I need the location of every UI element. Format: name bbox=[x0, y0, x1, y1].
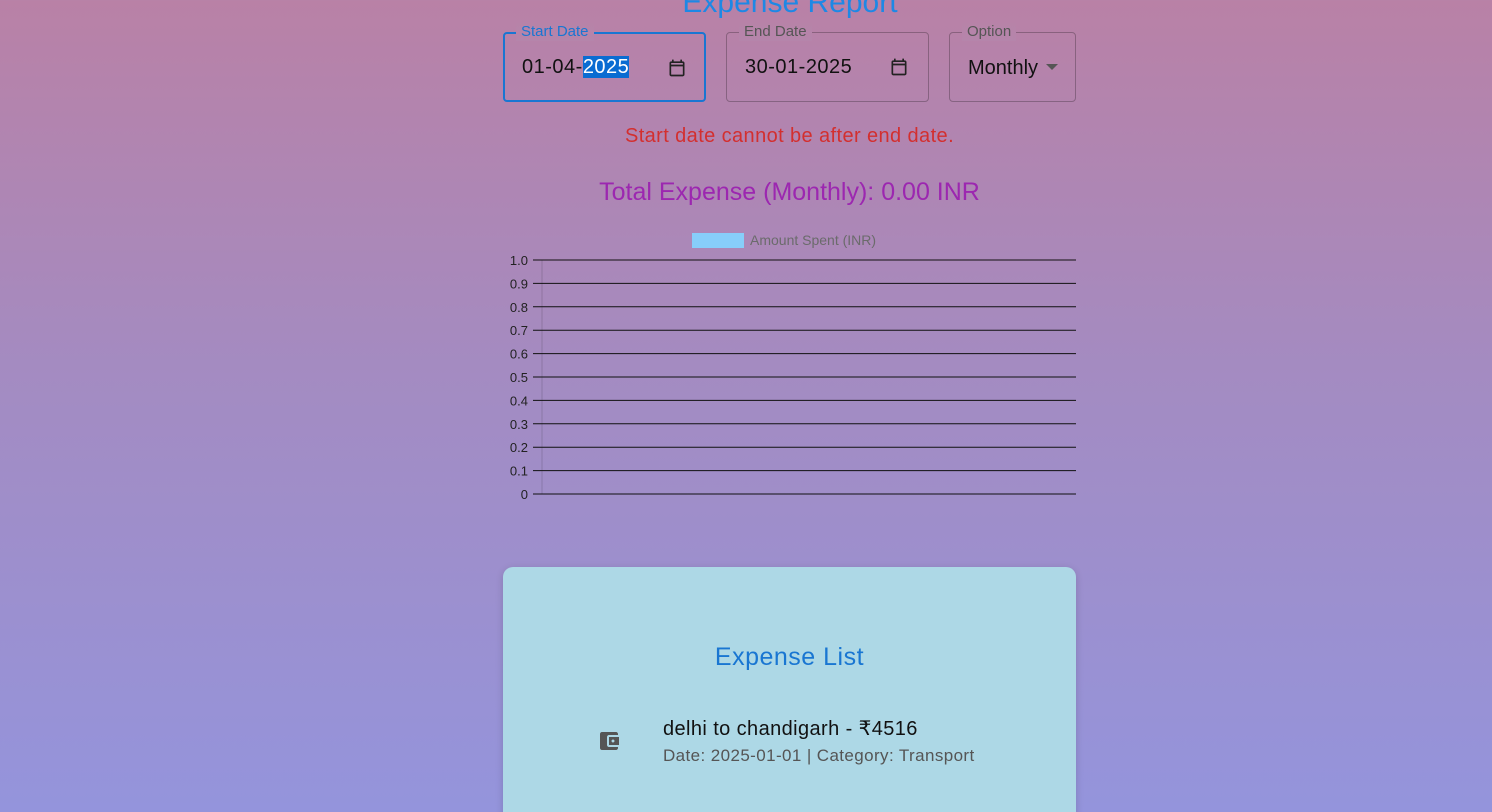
y-tick-label: 0.9 bbox=[510, 276, 528, 291]
y-tick-label: 0.6 bbox=[510, 347, 528, 362]
y-tick-label: 0.7 bbox=[510, 323, 528, 338]
option-select[interactable]: Option Monthly bbox=[949, 23, 1076, 102]
y-tick-label: 0.8 bbox=[510, 300, 528, 315]
wallet-icon bbox=[600, 732, 619, 750]
expense-list-card: Expense List delhi to chandigarh - ₹4516… bbox=[503, 567, 1076, 812]
chart-svg: Amount Spent (INR) 0 0.1 0.2 0.3 0.4 0.5 0.6 0.7… bbox=[510, 232, 1076, 502]
calendar-icon[interactable] bbox=[889, 57, 909, 77]
start-date-value-prefix: 01-04- bbox=[522, 56, 583, 78]
legend-swatch[interactable] bbox=[692, 233, 744, 248]
start-date-input[interactable]: 01-04-2025 bbox=[522, 55, 630, 79]
chevron-down-icon[interactable] bbox=[1046, 64, 1058, 70]
y-tick-label: 0.3 bbox=[510, 417, 528, 432]
legend-label[interactable]: Amount Spent (INR) bbox=[750, 232, 876, 248]
expense-list-title: Expense List bbox=[714, 643, 865, 671]
total-expense: Total Expense (Monthly): 0.00 INR bbox=[599, 178, 980, 206]
y-tick-label: 0.5 bbox=[510, 370, 528, 385]
expense-chart: Amount Spent (INR) 0 0.1 0.2 0.3 0.4 0.5 0.6 0.7… bbox=[490, 226, 1090, 516]
y-tick-label: 0.4 bbox=[510, 393, 528, 408]
y-tick-label: 1.0 bbox=[510, 253, 528, 268]
calendar-icon[interactable] bbox=[667, 58, 687, 78]
y-tick-label: 0.2 bbox=[510, 440, 528, 455]
end-date-input[interactable]: 30-01-2025 bbox=[745, 55, 852, 79]
expense-item-details: Date: 2025-01-01 | Category: Transport bbox=[663, 746, 975, 765]
start-date-field[interactable]: Start Date 01-04-2025 bbox=[503, 23, 706, 102]
expense-item-title: delhi to chandigarh - ₹4516 bbox=[663, 718, 918, 740]
option-label: Option bbox=[962, 23, 1017, 41]
option-selected-value: Monthly bbox=[968, 57, 1039, 79]
start-date-year-selected: 2025 bbox=[582, 56, 630, 78]
end-date-field[interactable]: End Date 30-01-2025 bbox=[726, 23, 929, 102]
start-date-label: Start Date bbox=[516, 23, 594, 41]
y-tick-label: 0.1 bbox=[510, 464, 528, 479]
y-tick-label: 0 bbox=[521, 487, 528, 502]
page-title: Expense Report bbox=[682, 0, 898, 19]
end-date-label: End Date bbox=[739, 23, 812, 41]
error-message: Start date cannot be after end date. bbox=[624, 125, 955, 147]
